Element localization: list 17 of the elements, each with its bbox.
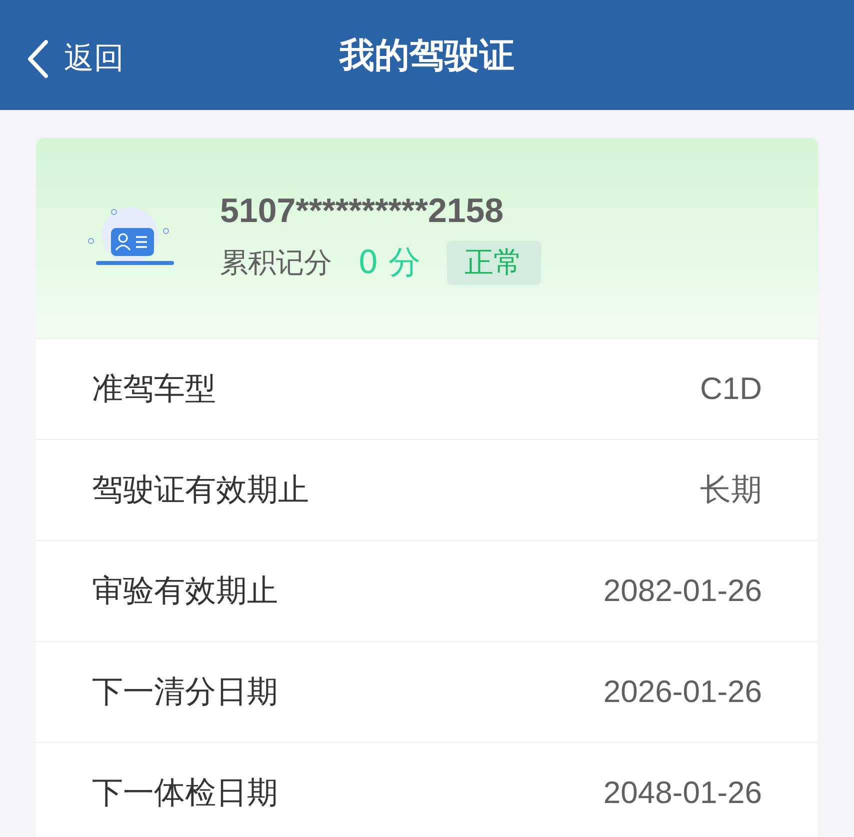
- back-button[interactable]: 返回: [26, 38, 124, 79]
- field-value: 长期: [700, 471, 762, 509]
- back-chevron-icon: [26, 38, 50, 78]
- field-label: 下一体检日期: [92, 774, 278, 813]
- license-number: 5107**********2158: [220, 192, 505, 230]
- field-value: 2048-01-26: [603, 775, 762, 811]
- field-label: 驾驶证有效期止: [92, 471, 309, 510]
- points-value: 0 分: [358, 242, 421, 282]
- field-value: 2026-01-26: [603, 674, 762, 710]
- field-label: 准驾车型: [92, 370, 216, 409]
- field-label: 审验有效期止: [92, 572, 278, 611]
- status-badge: 正常: [446, 240, 541, 284]
- field-label: 下一清分日期: [92, 673, 278, 712]
- field-value: C1D: [700, 371, 762, 407]
- page-title: 我的驾驶证: [340, 34, 514, 78]
- field-value: 2082-01-26: [603, 573, 762, 609]
- points-label: 累积记分: [220, 244, 332, 280]
